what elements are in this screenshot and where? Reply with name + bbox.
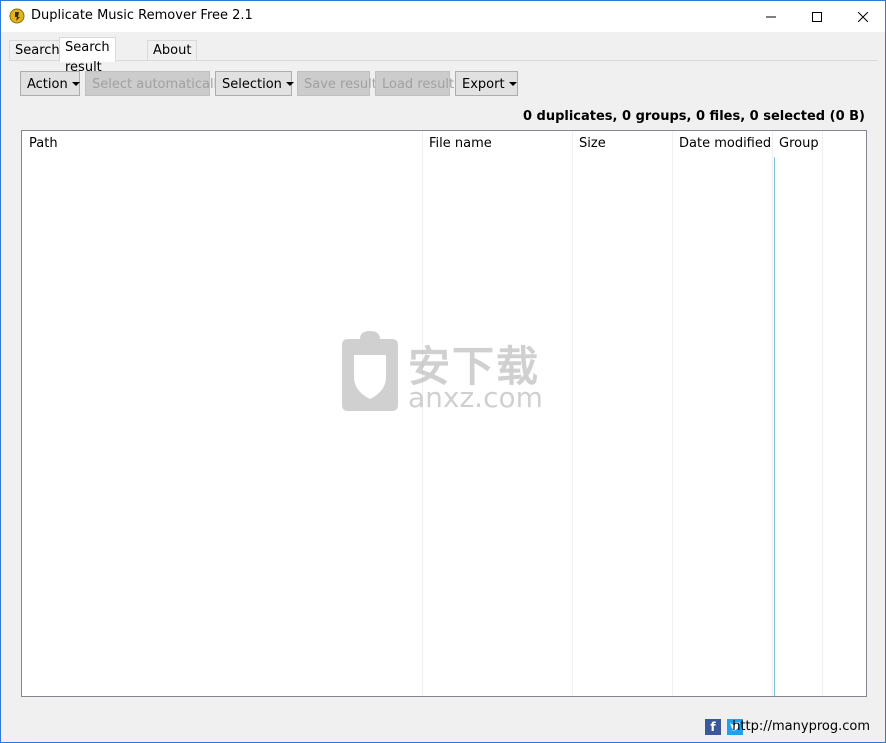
save-result-label: Save result [304,77,377,92]
column-divider [672,131,673,696]
tab-search-result[interactable]: Search result [59,37,116,75]
selection-button[interactable]: Selection [215,71,294,96]
close-button[interactable] [840,1,886,32]
column-header-path[interactable]: Path [29,136,58,151]
chevron-down-icon [71,81,80,86]
column-divider [772,131,773,696]
minimize-icon [766,16,776,17]
watermark-domain-text: anxz.com [408,381,543,414]
load-result-button[interactable]: Load result [375,71,454,96]
column-header-file-name[interactable]: File name [429,136,492,151]
app-logo-icon [9,8,25,24]
minimize-button[interactable] [748,1,794,32]
action-label: Action [27,77,68,92]
facebook-icon[interactable]: f [705,719,721,735]
window-title: Duplicate Music Remover Free 2.1 [31,8,253,23]
save-result-button[interactable]: Save result [297,71,377,96]
chevron-down-icon [508,81,517,86]
app-window: Duplicate Music Remover Free 2.1 Search … [0,0,886,743]
column-header-size[interactable]: Size [579,136,606,151]
export-label: Export [462,77,505,92]
close-icon [858,11,868,22]
load-result-label: Load result [382,77,455,92]
column-divider [572,131,573,696]
select-automatically-button[interactable]: Select automatically [85,71,225,96]
chevron-down-icon [285,81,294,86]
focus-indicator-line [774,157,775,696]
column-header-group[interactable]: Group [779,136,819,151]
website-link[interactable]: http://manyprog.com [732,719,870,734]
maximize-icon [812,11,822,22]
export-button[interactable]: Export [455,71,518,96]
column-header-date-modified[interactable]: Date modified [679,136,771,151]
title-bar[interactable]: Duplicate Music Remover Free 2.1 [1,1,885,32]
selection-label: Selection [222,77,282,92]
tab-search[interactable]: Search [9,40,66,61]
select-automatically-label: Select automatically [92,77,225,92]
maximize-button[interactable] [794,1,840,32]
column-divider [822,131,823,696]
result-summary: 0 duplicates, 0 groups, 0 files, 0 selec… [522,109,865,124]
watermark: 安下载 anxz.com [336,331,551,414]
tab-about[interactable]: About [147,40,198,61]
